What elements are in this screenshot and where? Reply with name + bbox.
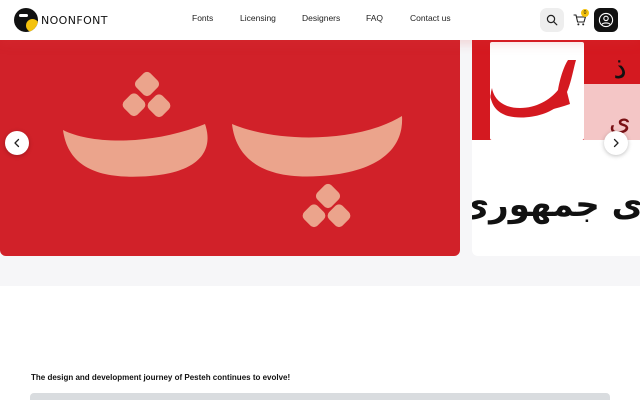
- nav-link-fonts[interactable]: Fonts: [192, 13, 213, 23]
- carousel-slide-main[interactable]: [0, 30, 460, 256]
- slide-main-artwork: [63, 71, 403, 228]
- cart-button[interactable]: 0: [568, 8, 592, 32]
- glyph-pe-bowl: [63, 124, 208, 177]
- search-button[interactable]: [540, 8, 564, 32]
- nav-link-licensing[interactable]: Licensing: [240, 13, 276, 23]
- hero-carousel: ذ ي رای جمهوری: [0, 0, 640, 286]
- carousel-next-button[interactable]: [604, 131, 628, 155]
- glyph-thal: ذ: [613, 51, 626, 86]
- chevron-left-icon: [14, 138, 20, 148]
- carousel-prev-button[interactable]: [5, 131, 29, 155]
- glyph-seen-body: [490, 60, 576, 118]
- content-placeholder: [30, 393, 610, 400]
- glyph-dot: [302, 204, 326, 228]
- site-header: NOONFONT Fonts Licensing Designers FAQ C…: [0, 0, 640, 40]
- cart-count-badge: 0: [581, 9, 589, 17]
- search-icon: [546, 14, 558, 26]
- article-intro-text: The design and development journey of Pe…: [31, 373, 291, 382]
- logo-mark-icon: [14, 8, 38, 32]
- chevron-right-icon: [613, 138, 619, 148]
- nav-link-faq[interactable]: FAQ: [366, 13, 383, 23]
- slide-next-text: رای جمهوری: [472, 185, 640, 225]
- glyph-dot: [147, 94, 171, 118]
- nav-link-designers[interactable]: Designers: [302, 13, 340, 23]
- glyph-dot: [122, 93, 146, 117]
- glyph-theh-bowl: [232, 116, 403, 177]
- brand-name: NOONFONT: [41, 13, 108, 27]
- glyph-dot: [134, 71, 160, 97]
- nav-link-contact[interactable]: Contact us: [410, 13, 451, 23]
- user-icon: [598, 12, 614, 28]
- account-button[interactable]: [594, 8, 618, 32]
- brand-logo[interactable]: NOONFONT: [14, 8, 108, 32]
